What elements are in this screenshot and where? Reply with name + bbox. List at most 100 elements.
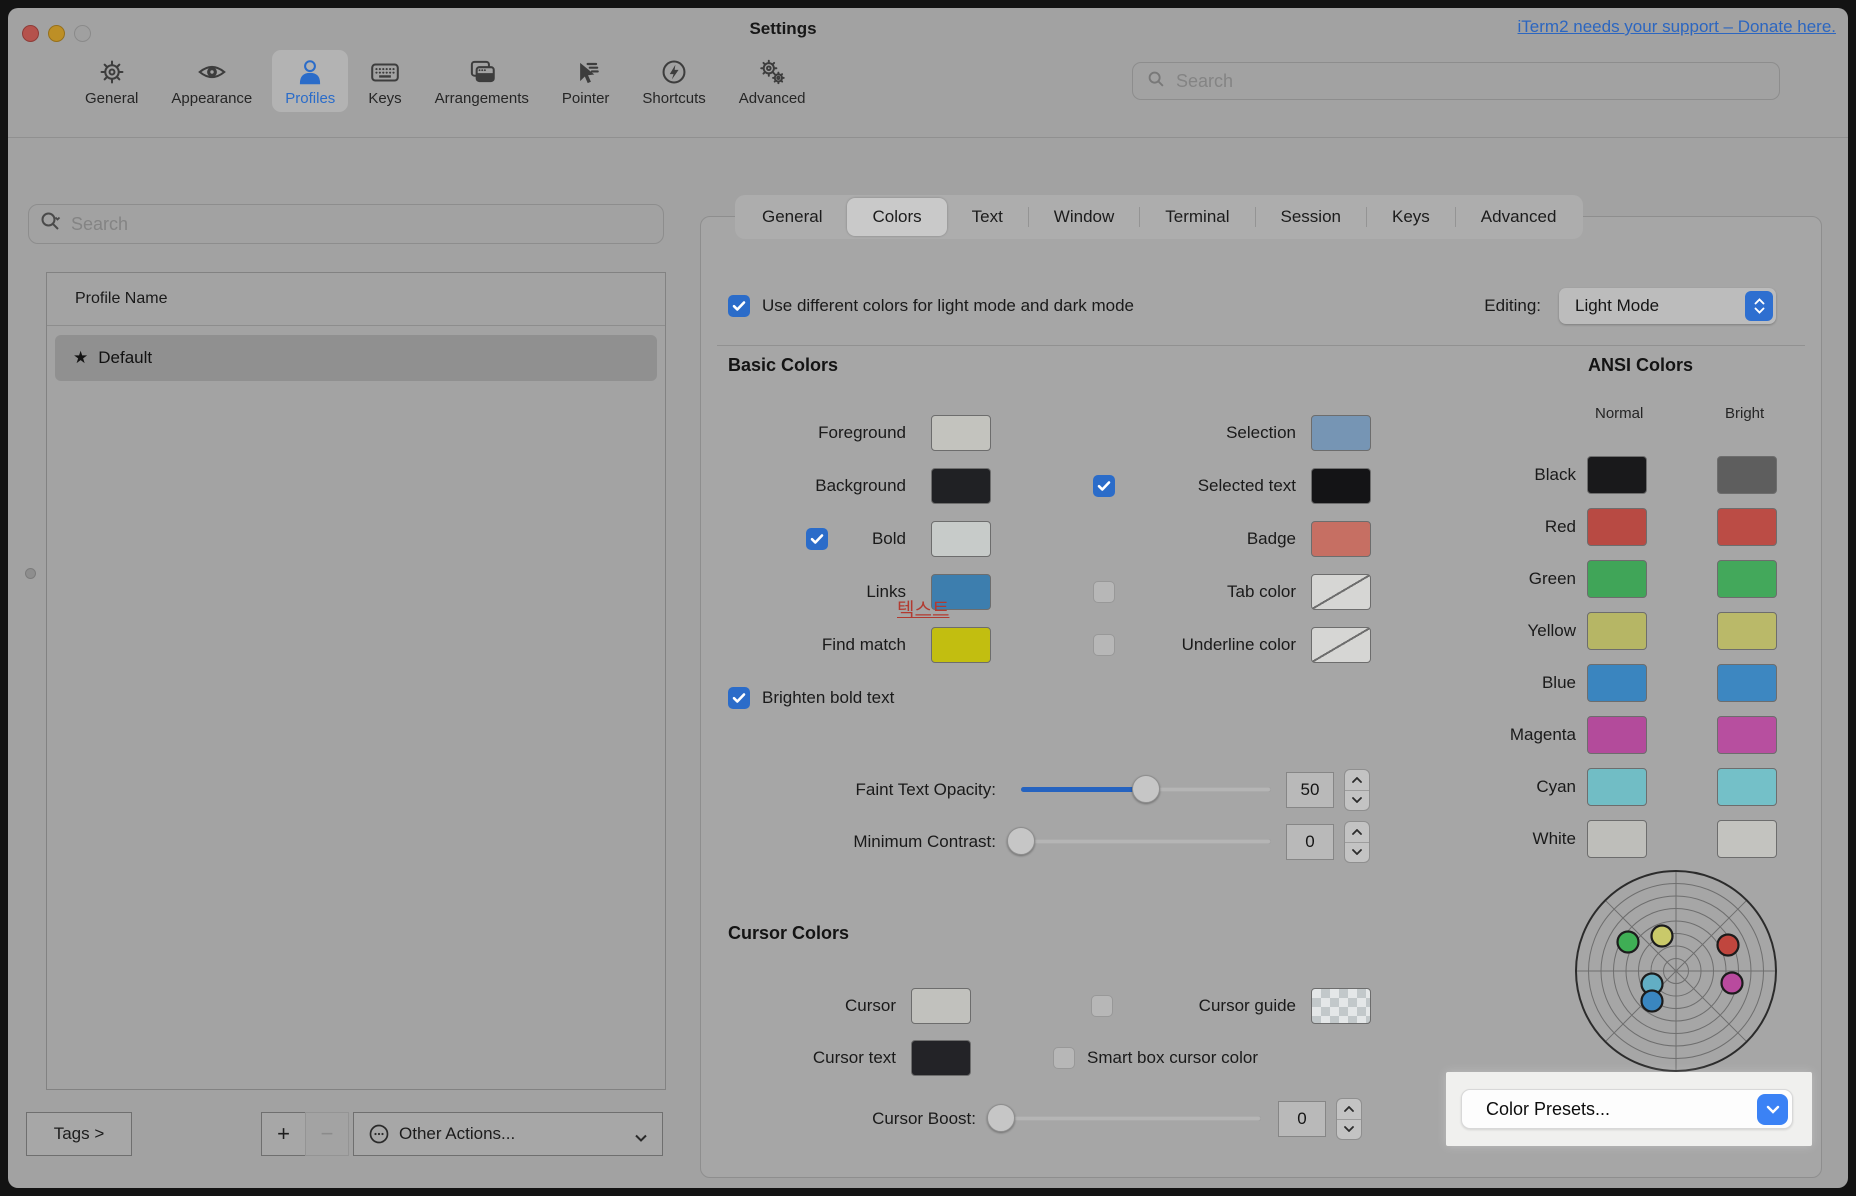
toolbar-item-advanced[interactable]: Advanced	[726, 50, 819, 112]
faint-opacity-value[interactable]: 50	[1286, 772, 1334, 808]
ansi-normal-header: Normal	[1595, 405, 1643, 422]
toolbar-item-appearance[interactable]: Appearance	[158, 50, 265, 112]
find-match-swatch[interactable]	[931, 627, 991, 663]
tab-session[interactable]: Session	[1256, 198, 1366, 236]
cursor-guide-swatch[interactable]	[1311, 988, 1371, 1024]
ansi-white-bright-swatch[interactable]	[1717, 820, 1777, 858]
bold-label: Bold	[701, 529, 906, 549]
ansi-green-bright-swatch[interactable]	[1717, 560, 1777, 598]
ansi-green-normal-swatch[interactable]	[1587, 560, 1647, 598]
remove-button-label: −	[321, 1121, 334, 1147]
cursor-boost-stepper[interactable]	[1336, 1098, 1362, 1140]
color-wheel	[1571, 866, 1781, 1076]
toolbar-item-label: Shortcuts	[642, 90, 705, 107]
toolbar-item-label: Appearance	[171, 90, 252, 107]
slider-knob[interactable]	[1132, 775, 1160, 803]
bold-checkbox[interactable]	[806, 528, 828, 550]
toolbar-item-pointer[interactable]: Pointer	[549, 50, 623, 112]
tab-advanced[interactable]: Advanced	[1456, 198, 1582, 236]
bold-swatch[interactable]	[931, 521, 991, 557]
lightning-icon	[658, 56, 690, 88]
add-profile-button[interactable]: +	[261, 1112, 306, 1156]
selection-swatch[interactable]	[1311, 415, 1371, 451]
stepper-down-icon[interactable]	[1337, 1120, 1361, 1140]
close-button[interactable]	[22, 25, 39, 42]
use-different-colors-checkbox[interactable]	[728, 295, 750, 317]
tab-general[interactable]: General	[737, 198, 847, 236]
cursor-swatch[interactable]	[911, 988, 971, 1024]
pane-resize-handle[interactable]	[25, 568, 36, 579]
toolbar-item-shortcuts[interactable]: Shortcuts	[629, 50, 718, 112]
stepper-up-icon[interactable]	[1337, 1099, 1361, 1120]
cursor-text-swatch[interactable]	[911, 1040, 971, 1076]
tags-button[interactable]: Tags >	[26, 1112, 132, 1156]
donate-link[interactable]: iTerm2 needs your support – Donate here.	[1518, 17, 1836, 37]
tab-keys[interactable]: Keys	[1367, 198, 1455, 236]
remove-profile-button[interactable]: −	[305, 1112, 349, 1156]
background-swatch[interactable]	[931, 468, 991, 504]
selected-text-checkbox[interactable]	[1093, 475, 1115, 497]
min-contrast-slider[interactable]	[1021, 839, 1271, 844]
profile-search-field[interactable]: Search	[28, 204, 664, 244]
other-actions-button[interactable]: Other Actions...	[353, 1112, 663, 1156]
min-contrast-value[interactable]: 0	[1286, 824, 1334, 860]
minimize-button[interactable]	[48, 25, 65, 42]
wheel-dot-yellow	[1652, 926, 1673, 947]
chevron-down-icon	[634, 1128, 648, 1148]
toolbar-item-profiles[interactable]: Profiles	[272, 50, 348, 112]
ansi-red-normal-swatch[interactable]	[1587, 508, 1647, 546]
ansi-yellow-bright-swatch[interactable]	[1717, 612, 1777, 650]
tab-label: General	[762, 207, 822, 227]
cursor-guide-checkbox[interactable]	[1091, 995, 1113, 1017]
ansi-colors-title: ANSI Colors	[1588, 355, 1693, 376]
colors-pane: Use different colors for light mode and …	[700, 216, 1822, 1178]
ansi-magenta-bright-swatch[interactable]	[1717, 716, 1777, 754]
ansi-magenta-normal-swatch[interactable]	[1587, 716, 1647, 754]
tab-label: Session	[1281, 207, 1341, 227]
underline-color-checkbox[interactable]	[1093, 634, 1115, 656]
tab-label: Keys	[1392, 207, 1430, 227]
toolbar-item-keys[interactable]: Keys	[355, 50, 414, 112]
search-filter-icon	[39, 210, 63, 239]
tab-window[interactable]: Window	[1029, 198, 1139, 236]
toolbar-item-arrangements[interactable]: Arrangements	[422, 50, 542, 112]
ansi-red-bright-swatch[interactable]	[1717, 508, 1777, 546]
toolbar-item-general[interactable]: General	[72, 50, 151, 112]
toolbar-item-label: Arrangements	[435, 90, 529, 107]
tab-terminal[interactable]: Terminal	[1140, 198, 1254, 236]
cursor-boost-slider[interactable]	[1001, 1116, 1261, 1121]
search-placeholder: Search	[1176, 71, 1233, 92]
slider-knob[interactable]	[987, 1104, 1015, 1132]
ansi-black-bright-swatch[interactable]	[1717, 456, 1777, 494]
ansi-black-normal-swatch[interactable]	[1587, 456, 1647, 494]
editing-label: Editing:	[1484, 296, 1541, 316]
slider-knob[interactable]	[1007, 827, 1035, 855]
tab-color-checkbox[interactable]	[1093, 581, 1115, 603]
windows-icon	[466, 56, 498, 88]
foreground-swatch[interactable]	[931, 415, 991, 451]
tab-text[interactable]: Text	[947, 198, 1028, 236]
profile-row-default[interactable]: ★ Default	[55, 335, 657, 381]
slider-fill	[1021, 787, 1146, 792]
color-presets-button[interactable]: Color Presets...	[1461, 1089, 1793, 1129]
search-icon	[1145, 68, 1167, 95]
ansi-green-label: Green	[1361, 569, 1576, 589]
ansi-cyan-normal-swatch[interactable]	[1587, 768, 1647, 806]
ansi-blue-normal-swatch[interactable]	[1587, 664, 1647, 702]
tab-colors[interactable]: Colors	[847, 198, 946, 236]
background-label: Background	[701, 476, 906, 496]
brighten-bold-checkbox[interactable]	[728, 687, 750, 709]
toolbar-item-label: Pointer	[562, 90, 610, 107]
ansi-cyan-bright-swatch[interactable]	[1717, 768, 1777, 806]
toolbar-search-field[interactable]: Search	[1132, 62, 1780, 100]
smart-box-checkbox[interactable]	[1053, 1047, 1075, 1069]
profile-name-column-header: Profile Name	[47, 273, 665, 326]
faint-opacity-slider[interactable]	[1021, 787, 1271, 792]
min-contrast-label: Minimum Contrast:	[701, 832, 996, 852]
editing-mode-select[interactable]: Light Mode	[1559, 288, 1776, 324]
ansi-blue-bright-swatch[interactable]	[1717, 664, 1777, 702]
ansi-black-label: Black	[1361, 465, 1576, 485]
cursor-boost-value[interactable]: 0	[1278, 1101, 1326, 1137]
ansi-yellow-normal-swatch[interactable]	[1587, 612, 1647, 650]
ansi-white-normal-swatch[interactable]	[1587, 820, 1647, 858]
